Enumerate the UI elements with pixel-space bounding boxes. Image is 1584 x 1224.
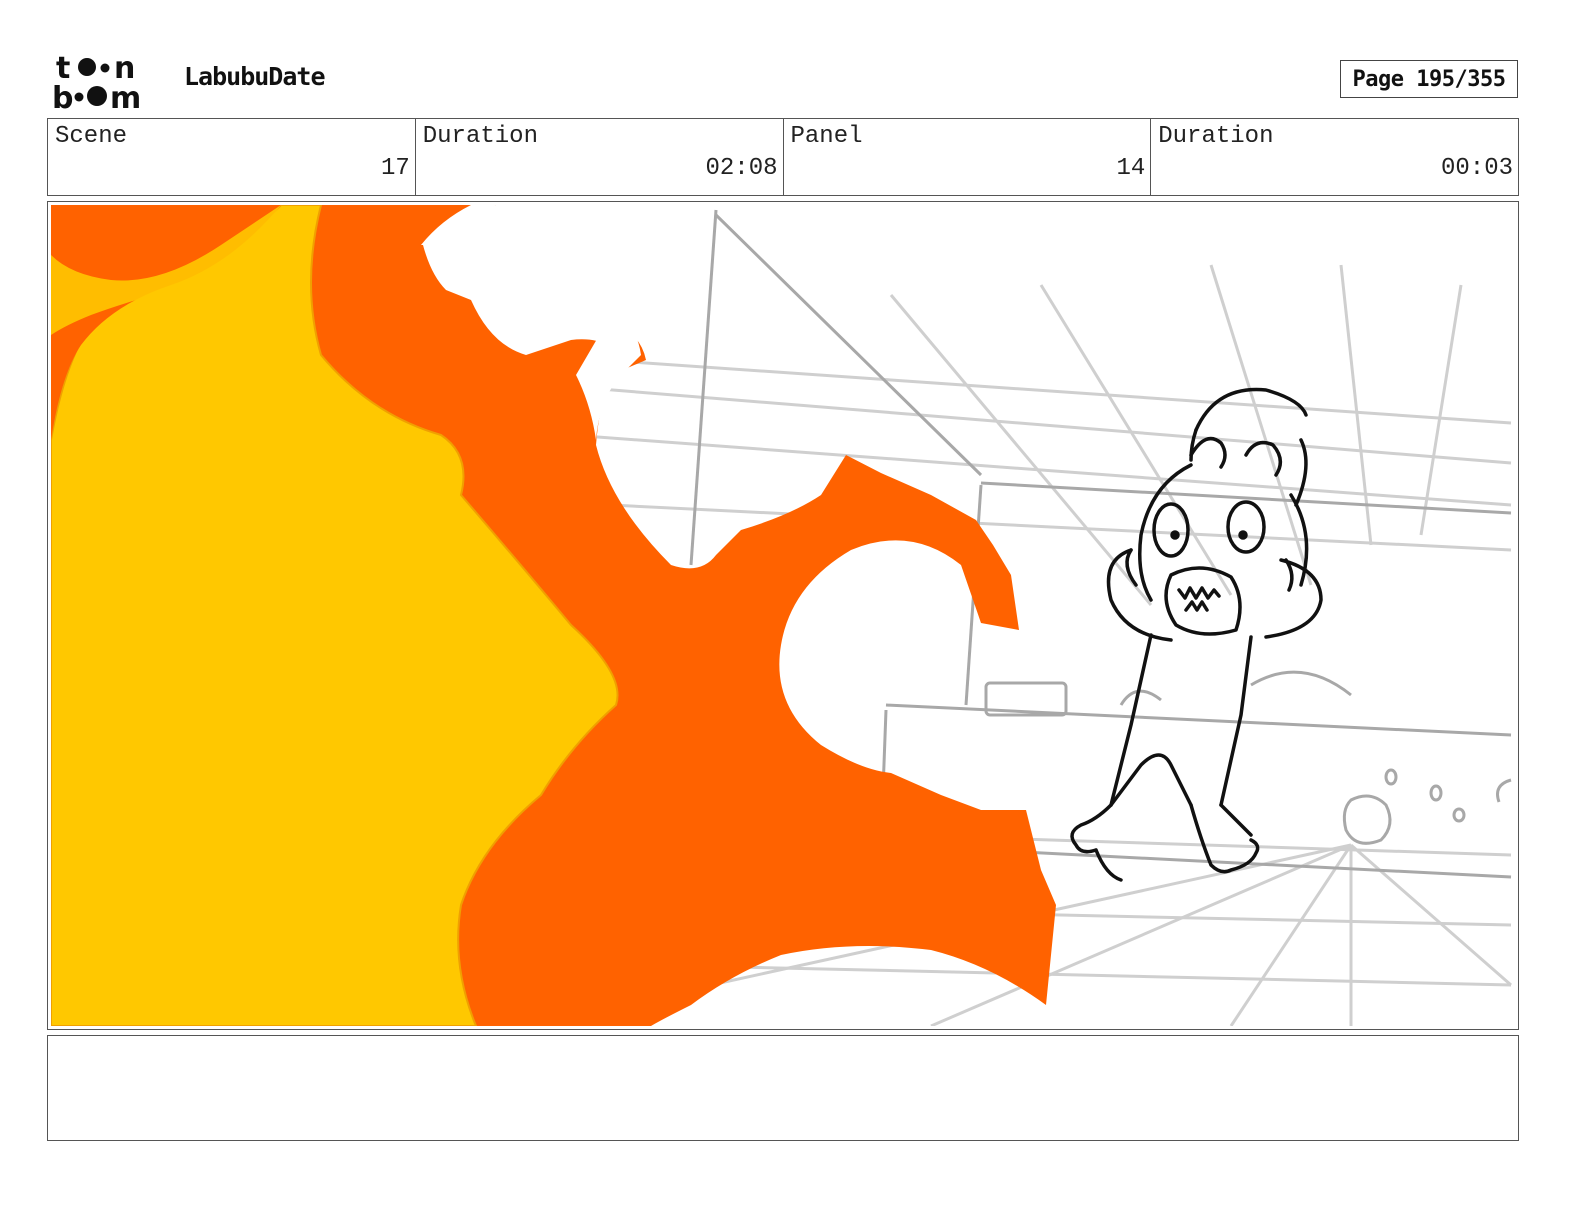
scene-label: Scene — [55, 123, 128, 150]
panel-notes-box — [47, 1035, 1519, 1141]
svg-text:m: m — [110, 81, 141, 112]
scene-cell: Scene 17 — [48, 119, 416, 195]
scene-value: 17 — [380, 155, 410, 182]
panel-duration-label: Duration — [1158, 123, 1274, 150]
panel-value: 14 — [1116, 155, 1146, 182]
svg-text:b: b — [52, 81, 73, 112]
character-sketch — [1070, 387, 1323, 882]
storyboard-drawing — [51, 205, 1512, 1026]
panel-duration-cell: Duration 00:03 — [1151, 119, 1518, 195]
panel-label: Panel — [790, 123, 863, 150]
project-title: LabubuDate — [184, 62, 326, 91]
toonboom-logo: t n b m — [52, 50, 164, 116]
scene-duration-cell: Duration 02:08 — [416, 119, 784, 195]
page-indicator: Page 195/355 — [1340, 60, 1518, 98]
scene-duration-value: 02:08 — [705, 155, 778, 182]
scene-duration-label: Duration — [422, 123, 538, 150]
storyboard-panel — [47, 201, 1519, 1030]
panel-info-bar: Scene 17 Duration 02:08 Panel 14 Duratio… — [47, 118, 1519, 196]
panel-duration-value: 00:03 — [1440, 155, 1513, 182]
panel-cell: Panel 14 — [784, 119, 1152, 195]
